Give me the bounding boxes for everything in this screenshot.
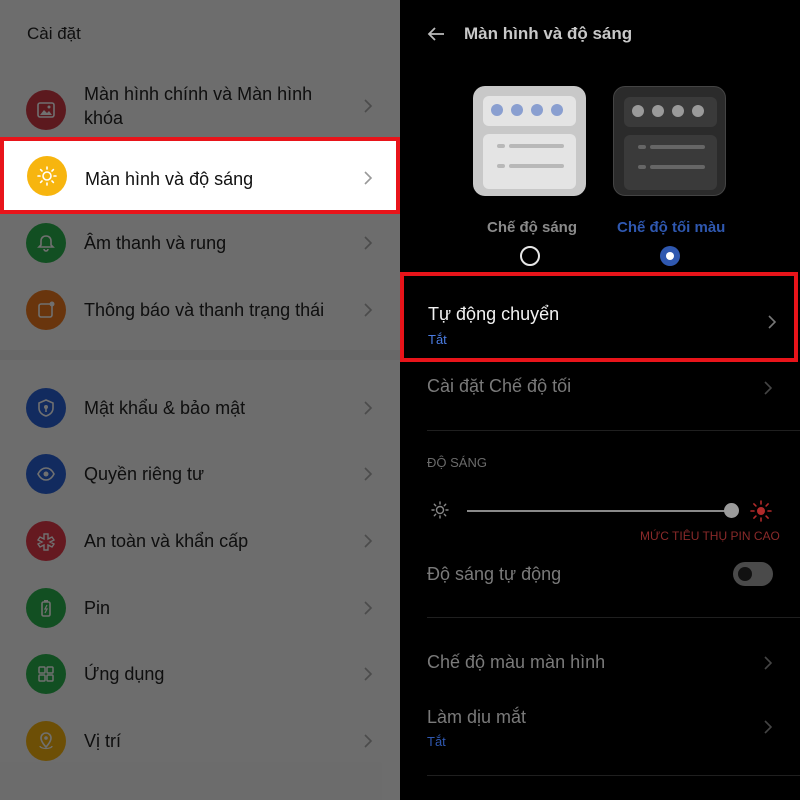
auto-brightness-toggle[interactable] xyxy=(733,562,773,586)
apps-grid-icon xyxy=(26,654,66,694)
emergency-icon xyxy=(26,521,66,561)
section-divider xyxy=(0,350,400,360)
wallpaper-icon xyxy=(26,90,66,130)
settings-item-label: Ứng dụng xyxy=(84,664,165,684)
settings-item-notifications[interactable]: Thông báo và thanh trạng thái xyxy=(0,287,400,333)
power-warning-text: MỨC TIÊU THỤ PIN CAO xyxy=(640,529,780,543)
chevron-right-icon xyxy=(764,656,773,670)
light-mode-label: Chế độ sáng xyxy=(487,219,578,236)
settings-item-emergency[interactable]: An toàn và khẩn cấp xyxy=(0,518,400,564)
eye-comfort-value: Tắt xyxy=(427,734,446,749)
chevron-right-icon xyxy=(768,315,777,329)
settings-item-sound[interactable]: Âm thanh và rung xyxy=(0,220,400,266)
auto-switch-value: Tắt xyxy=(428,332,447,347)
bell-icon xyxy=(26,223,66,263)
chevron-right-icon xyxy=(764,720,773,734)
chevron-right-icon xyxy=(364,171,373,185)
brightness-section-header: ĐỘ SÁNG xyxy=(427,455,487,470)
auto-switch-row[interactable]: Tự động chuyển Tắt xyxy=(400,272,798,362)
auto-switch-title: Tự động chuyển xyxy=(428,304,560,324)
settings-item-security[interactable]: Mật khẩu & bảo mật xyxy=(0,385,400,431)
sun-icon xyxy=(27,156,67,196)
chevron-right-icon xyxy=(364,467,373,481)
chevron-right-icon xyxy=(364,534,373,548)
dark-mode-settings-row[interactable]: Cài đặt Chế độ tối xyxy=(427,376,571,397)
chevron-right-icon xyxy=(364,303,373,317)
settings-item-privacy[interactable]: Quyền riêng tư xyxy=(0,451,400,497)
settings-item-home-lock[interactable]: Màn hình chính và Màn hình khóa xyxy=(0,80,400,140)
display-settings-panel: Màn hình và độ sáng Chế độ sáng Chế độ t… xyxy=(400,0,800,800)
brightness-slider-thumb[interactable] xyxy=(724,503,739,518)
back-arrow-icon[interactable] xyxy=(426,24,446,44)
location-icon xyxy=(26,721,66,761)
page-title: Màn hình và độ sáng xyxy=(464,24,633,43)
chevron-right-icon xyxy=(364,734,373,748)
preview-dots xyxy=(632,104,712,122)
dark-mode-preview[interactable] xyxy=(613,86,726,196)
preview-dots xyxy=(491,103,571,121)
battery-icon xyxy=(26,588,66,628)
settings-panel: Cài đặt Màn hình chính và Màn hình khóa … xyxy=(0,0,400,800)
settings-item-label: Màn hình chính và Màn hình khóa xyxy=(84,84,313,128)
auto-brightness-label: Độ sáng tự động xyxy=(427,564,562,584)
preview-card xyxy=(624,135,717,190)
settings-item-label: Pin xyxy=(84,598,111,618)
notification-icon xyxy=(26,290,66,330)
settings-item-battery[interactable]: Pin xyxy=(0,585,400,631)
chevron-right-icon xyxy=(364,236,373,250)
settings-item-label: Vị trí xyxy=(84,731,122,751)
settings-item-label: Âm thanh và rung xyxy=(84,233,227,253)
preview-card xyxy=(483,134,576,189)
light-mode-preview[interactable] xyxy=(473,86,586,196)
chevron-right-icon xyxy=(764,381,773,395)
shield-icon xyxy=(26,388,66,428)
brightness-slider-track[interactable] xyxy=(467,510,731,512)
settings-item-label: Thông báo và thanh trạng thái xyxy=(84,300,325,320)
divider xyxy=(427,617,800,618)
privacy-eye-icon xyxy=(26,454,66,494)
brightness-high-icon xyxy=(750,500,772,522)
chevron-right-icon xyxy=(364,667,373,681)
dark-mode-radio[interactable] xyxy=(660,246,680,266)
divider xyxy=(427,775,800,776)
chevron-right-icon xyxy=(364,99,373,113)
chevron-right-icon xyxy=(364,401,373,415)
eye-comfort-row[interactable]: Làm dịu mắt xyxy=(427,707,526,728)
chevron-right-icon xyxy=(364,601,373,615)
settings-item-label: Quyền riêng tư xyxy=(84,464,205,484)
screen-color-mode-row[interactable]: Chế độ màu màn hình xyxy=(427,652,605,673)
settings-item-apps[interactable]: Ứng dụng xyxy=(0,651,400,697)
dark-mode-label: Chế độ tối màu xyxy=(617,219,726,236)
settings-item-label: An toàn và khẩn cấp xyxy=(84,531,249,551)
settings-item-label: Màn hình và độ sáng xyxy=(85,169,254,189)
settings-item-location[interactable]: Vị trí xyxy=(0,718,400,764)
settings-item-label: Mật khẩu & bảo mật xyxy=(84,398,246,418)
light-mode-radio[interactable] xyxy=(520,246,540,266)
divider xyxy=(427,430,800,431)
brightness-low-icon xyxy=(431,501,449,519)
settings-title: Cài đặt xyxy=(27,24,81,43)
settings-item-display-brightness[interactable]: Màn hình và độ sáng xyxy=(0,137,400,214)
